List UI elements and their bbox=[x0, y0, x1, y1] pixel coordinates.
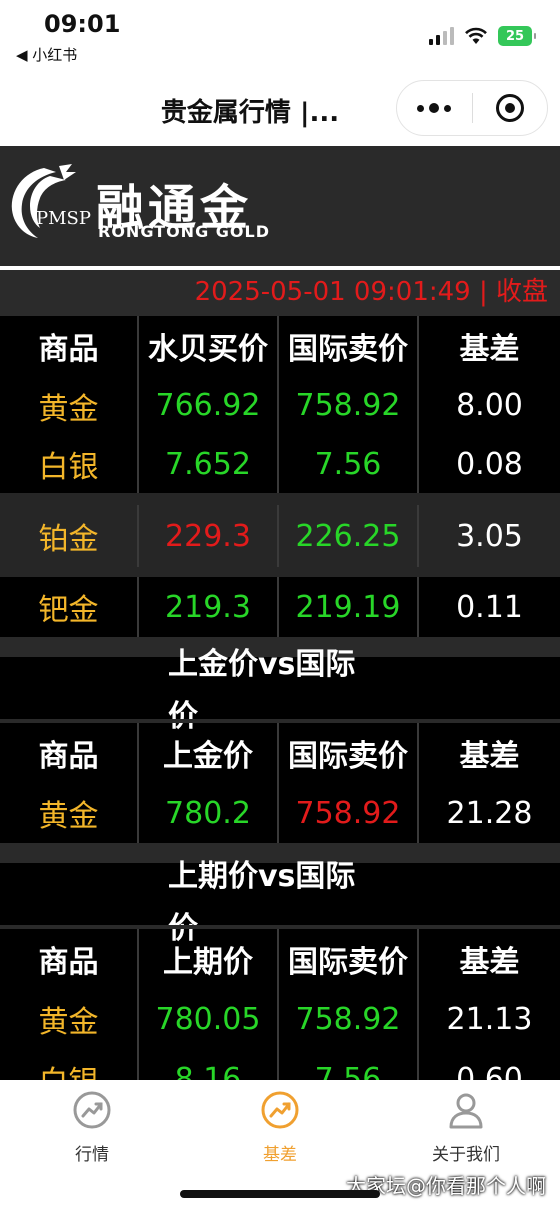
mini-program-capsule bbox=[396, 80, 548, 136]
header-cell: 商品 bbox=[0, 929, 139, 989]
price-cell: 766.92 bbox=[139, 376, 279, 435]
product-name: 黄金 bbox=[0, 376, 139, 435]
quote-content[interactable]: 商品 水贝买价 国际卖价 基差 黄金 766.92 758.92 8.00 白银… bbox=[0, 316, 560, 1080]
tab-market[interactable]: 行情 bbox=[22, 1090, 162, 1165]
trend-icon bbox=[73, 1091, 111, 1129]
price-cell: 758.92 bbox=[279, 783, 419, 843]
price-cell: 8.16 bbox=[139, 1049, 279, 1080]
market-timestamp: 2025-05-01 09:01:49 | 收盘 bbox=[0, 270, 560, 316]
table-row: 铂金 229.3 226.25 3.05 bbox=[0, 505, 560, 567]
header-cell: 上金价 bbox=[139, 723, 279, 783]
header-cell: 基差 bbox=[459, 332, 520, 367]
tab-label: 基差 bbox=[263, 1145, 297, 1165]
tab-about-us[interactable]: 关于我们 bbox=[396, 1090, 536, 1165]
status-bar: 09:01 ◀ 小红书 25 bbox=[0, 0, 560, 80]
header-cell: 基差 bbox=[459, 945, 520, 980]
trend-icon bbox=[261, 1091, 299, 1129]
section-title: 上期价vs国际价 bbox=[0, 859, 560, 946]
tab-label: 关于我们 bbox=[432, 1145, 500, 1165]
table-header: 商品 上期价 国际卖价 基差 bbox=[0, 929, 560, 989]
price-cell: 219.19 bbox=[279, 577, 419, 637]
product-name: 白银 bbox=[0, 1049, 139, 1080]
price-cell: 780.2 bbox=[139, 783, 279, 843]
price-cell: 780.05 bbox=[139, 989, 279, 1049]
tab-basis[interactable]: 基差 bbox=[210, 1090, 350, 1165]
table-row: 黄金 780.2 758.92 21.28 bbox=[0, 783, 560, 843]
close-mini-program-button[interactable] bbox=[473, 81, 548, 135]
basis-cell: 0.08 bbox=[456, 446, 523, 482]
table-header: 商品 上金价 国际卖价 基差 bbox=[0, 723, 560, 783]
table-row: 白银 8.16 7.56 0.60 bbox=[0, 1049, 560, 1080]
brand-header: PMSP 融通金 RONGTONG GOLD bbox=[0, 146, 560, 266]
price-cell: 226.25 bbox=[279, 505, 419, 567]
product-name: 黄金 bbox=[0, 783, 139, 843]
signal-icon bbox=[429, 27, 454, 45]
price-cell: 7.56 bbox=[279, 1049, 419, 1080]
target-icon bbox=[495, 94, 524, 122]
status-icons: 25 bbox=[429, 24, 536, 48]
table-row: 黄金 780.05 758.92 21.13 bbox=[0, 989, 560, 1049]
header-cell: 国际卖价 bbox=[279, 316, 419, 376]
header-cell: 国际卖价 bbox=[279, 929, 419, 989]
tab-label: 行情 bbox=[75, 1145, 109, 1165]
pmsp-logo-text: PMSP bbox=[36, 208, 91, 229]
basis-cell: 21.13 bbox=[446, 1001, 533, 1037]
status-time: 09:01 bbox=[44, 10, 121, 38]
wifi-icon bbox=[465, 27, 487, 44]
product-name: 钯金 bbox=[0, 577, 139, 637]
basis-cell: 0.60 bbox=[456, 1061, 523, 1081]
header-cell: 水贝买价 bbox=[139, 316, 279, 376]
price-cell: 7.652 bbox=[139, 435, 279, 493]
table-row: 钯金 219.3 219.19 0.11 bbox=[0, 577, 560, 637]
basis-cell: 0.11 bbox=[456, 589, 523, 625]
basis-cell: 8.00 bbox=[456, 388, 523, 423]
price-cell: 758.92 bbox=[279, 989, 419, 1049]
header-cell: 上期价 bbox=[139, 929, 279, 989]
header-cell: 商品 bbox=[0, 723, 139, 783]
price-cell: 7.56 bbox=[279, 435, 419, 493]
price-cell: 219.3 bbox=[139, 577, 279, 637]
back-to-app-link[interactable]: ◀ 小红书 bbox=[16, 44, 77, 65]
brand-name-en: RONGTONG GOLD bbox=[98, 222, 270, 241]
product-name: 黄金 bbox=[0, 989, 139, 1049]
section-title: 上金价vs国际价 bbox=[0, 647, 560, 734]
more-dots-icon bbox=[417, 103, 452, 113]
battery-icon: 25 bbox=[498, 26, 536, 46]
header-cell: 商品 bbox=[0, 316, 139, 376]
basis-cell: 3.05 bbox=[456, 518, 523, 554]
more-button[interactable] bbox=[397, 81, 472, 135]
table-row: 黄金 766.92 758.92 8.00 bbox=[0, 376, 560, 435]
basis-cell: 21.28 bbox=[446, 795, 533, 831]
price-cell: 758.92 bbox=[279, 376, 419, 435]
table-row: 白银 7.652 7.56 0.08 bbox=[0, 435, 560, 493]
user-icon bbox=[449, 1093, 483, 1129]
product-name: 铂金 bbox=[0, 505, 139, 567]
table-header: 商品 水贝买价 国际卖价 基差 bbox=[0, 316, 560, 376]
dragon-logo-icon bbox=[11, 164, 76, 238]
home-indicator[interactable] bbox=[180, 1190, 380, 1198]
price-cell: 229.3 bbox=[139, 505, 279, 567]
header-cell: 国际卖价 bbox=[279, 723, 419, 783]
product-name: 白银 bbox=[0, 435, 139, 493]
nav-bar: 贵金属行情 |... bbox=[0, 80, 560, 146]
header-cell: 基差 bbox=[459, 739, 520, 774]
